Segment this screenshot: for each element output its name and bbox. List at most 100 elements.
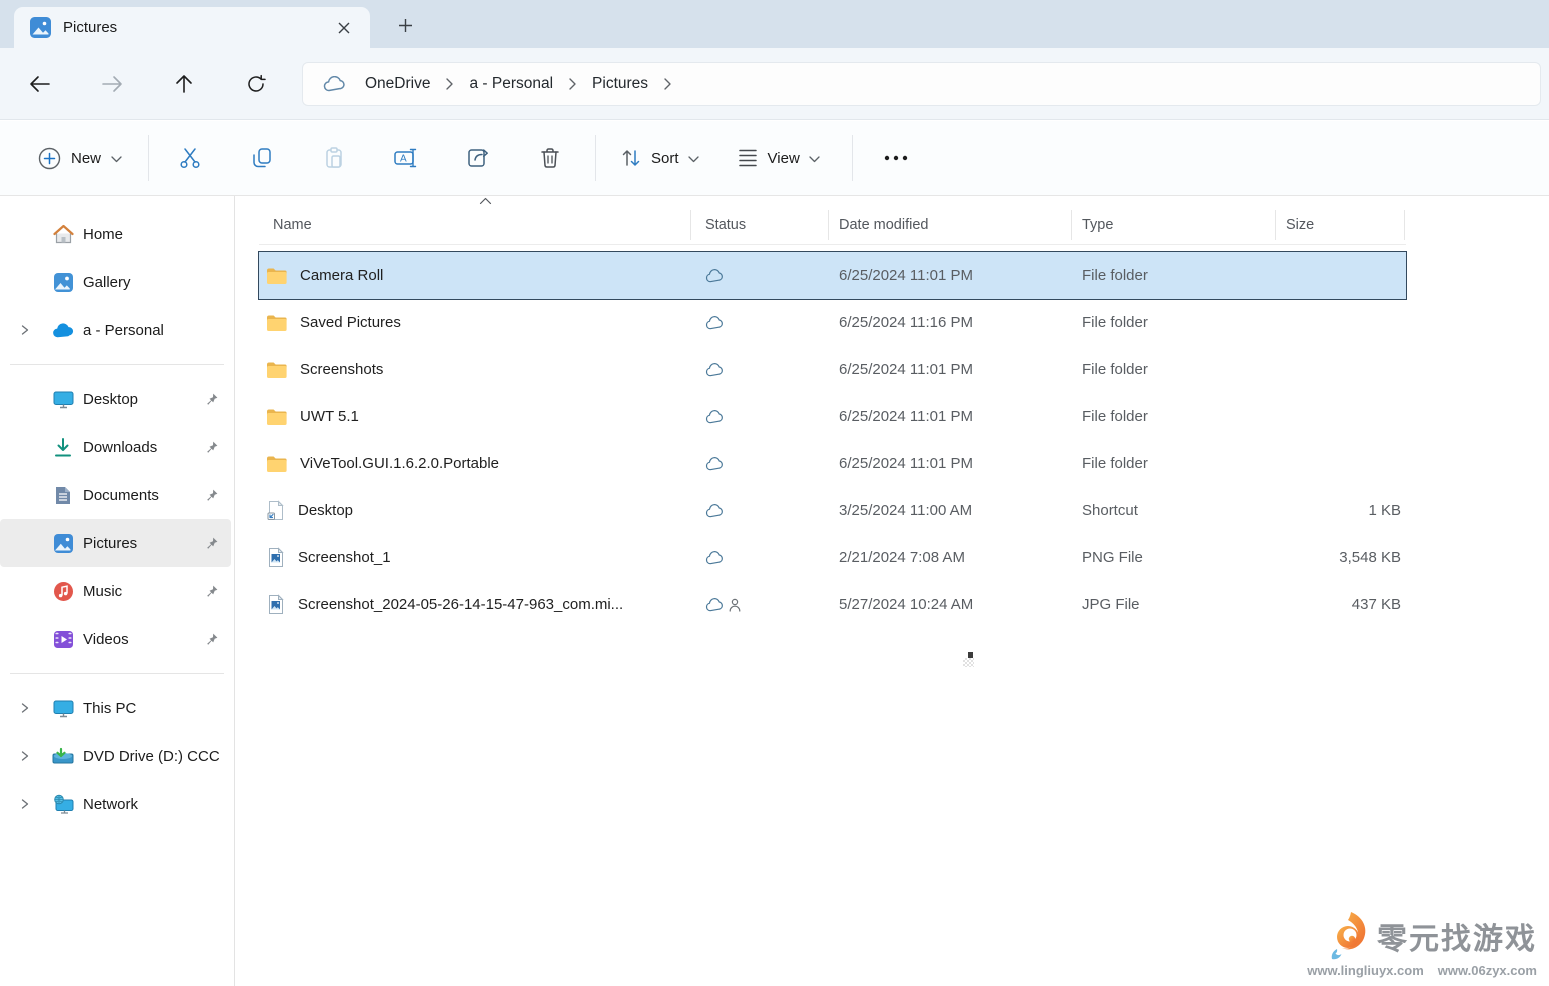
- refresh-icon[interactable]: [236, 64, 276, 104]
- chevron-right-icon[interactable]: [567, 77, 578, 91]
- sidebar-item-documents[interactable]: Documents: [0, 471, 231, 519]
- sidebar-item-network[interactable]: Network: [0, 780, 231, 828]
- column-header-date-modified[interactable]: Date modified: [829, 210, 1072, 240]
- music-icon: [52, 580, 74, 602]
- expand-chevron-icon[interactable]: [20, 750, 52, 762]
- expand-chevron-icon[interactable]: [20, 702, 52, 714]
- sidebar-item-home[interactable]: Home: [0, 210, 231, 258]
- new-button[interactable]: New: [24, 136, 136, 180]
- table-row-saved-pictures[interactable]: Saved Pictures 6/25/2024 11:16 PM File f…: [259, 299, 1406, 346]
- column-header-size[interactable]: Size: [1276, 210, 1405, 240]
- file-size: 437 KB: [1276, 596, 1405, 613]
- sidebar-item-this-pc[interactable]: This PC: [0, 684, 231, 732]
- table-row-screenshot-1[interactable]: Screenshot_1 2/21/2024 7:08 AM PNG File …: [259, 534, 1406, 581]
- file-type: JPG File: [1072, 596, 1276, 613]
- table-row-uwt-51[interactable]: UWT 5.1 6/25/2024 11:01 PM File folder: [259, 393, 1406, 440]
- svg-text:A: A: [400, 154, 407, 165]
- share-button[interactable]: [455, 136, 501, 180]
- file-type: File folder: [1072, 361, 1276, 378]
- cloud-status-icon: [705, 551, 724, 565]
- dvd-drive-icon: [52, 745, 74, 767]
- cloud-status-icon: [705, 457, 724, 471]
- breadcrumb-a-personal[interactable]: a - Personal: [461, 71, 561, 97]
- sort-button[interactable]: Sort: [608, 136, 711, 180]
- pin-icon: [204, 440, 219, 455]
- file-date: 6/25/2024 11:01 PM: [829, 455, 1072, 472]
- expand-chevron-icon[interactable]: [20, 798, 52, 810]
- file-name: Screenshot_1: [298, 549, 391, 566]
- up-icon[interactable]: [164, 64, 204, 104]
- view-button[interactable]: View: [725, 136, 832, 180]
- table-row-desktop-shortcut[interactable]: Desktop 3/25/2024 11:00 AM Shortcut 1 KB: [259, 487, 1406, 534]
- share-icon: [466, 146, 490, 170]
- file-type: File folder: [1072, 267, 1276, 284]
- tab-close-icon[interactable]: [330, 14, 358, 42]
- watermark-flame-icon: [1327, 911, 1369, 961]
- file-date: 2/21/2024 7:08 AM: [829, 549, 1072, 566]
- delete-button[interactable]: [527, 136, 573, 180]
- file-size: 3,548 KB: [1276, 549, 1405, 566]
- folder-icon: [266, 455, 287, 473]
- view-icon: [737, 148, 759, 168]
- table-row-camera-roll[interactable]: Camera Roll 6/25/2024 11:01 PM File fold…: [259, 252, 1406, 299]
- tab-title: Pictures: [63, 19, 330, 36]
- file-type: File folder: [1072, 314, 1276, 331]
- cut-button[interactable]: [167, 136, 213, 180]
- expand-chevron-icon[interactable]: [20, 324, 52, 336]
- sidebar-item-gallery[interactable]: Gallery: [0, 258, 231, 306]
- breadcrumb-pictures[interactable]: Pictures: [584, 71, 656, 97]
- watermark: 零元找游戏 www.lingliuyx.com www.06zyx.com: [1307, 911, 1537, 978]
- column-header-type[interactable]: Type: [1072, 210, 1276, 240]
- rename-button[interactable]: A: [383, 136, 429, 180]
- forward-icon[interactable]: [92, 64, 132, 104]
- onedrive-icon: [52, 319, 74, 341]
- table-row-vivetool[interactable]: ViVeTool.GUI.1.6.2.0.Portable 6/25/2024 …: [259, 440, 1406, 487]
- delete-icon: [539, 146, 561, 170]
- cloud-status-icon: [705, 410, 724, 424]
- tab-pictures[interactable]: Pictures: [14, 7, 370, 48]
- new-tab-icon[interactable]: [390, 10, 420, 40]
- sort-ascending-icon: [479, 197, 492, 205]
- main-area: Home Gallery a - Personal: [0, 196, 1549, 986]
- sidebar-item-dvd-drive[interactable]: DVD Drive (D:) CCC: [0, 732, 231, 780]
- sidebar-item-videos[interactable]: Videos: [0, 615, 231, 663]
- view-button-label: View: [768, 150, 800, 167]
- address-bar[interactable]: OneDrive a - Personal Pictures: [302, 62, 1541, 106]
- file-name: UWT 5.1: [300, 408, 359, 425]
- file-type: PNG File: [1072, 549, 1276, 566]
- file-explorer-window: Pictures OneDrive: [0, 0, 1549, 986]
- file-name: Saved Pictures: [300, 314, 401, 331]
- back-icon[interactable]: [20, 64, 60, 104]
- column-header-status[interactable]: Status: [691, 210, 829, 240]
- table-row-screenshot-long[interactable]: Screenshot_2024-05-26-14-15-47-963_com.m…: [259, 581, 1406, 628]
- file-list-area: Name Status Date modified Type Size Came…: [235, 196, 1549, 986]
- sidebar-item-downloads[interactable]: Downloads: [0, 423, 231, 471]
- sidebar-item-pictures[interactable]: Pictures: [0, 519, 231, 567]
- file-size: 1 KB: [1276, 502, 1405, 519]
- folder-icon: [266, 408, 287, 426]
- file-name: Screenshot_2024-05-26-14-15-47-963_com.m…: [298, 596, 623, 613]
- chevron-right-icon[interactable]: [444, 77, 455, 91]
- sidebar-item-onedrive-personal[interactable]: a - Personal: [0, 306, 231, 354]
- watermark-title: 零元找游戏: [1377, 914, 1537, 958]
- chevron-right-icon[interactable]: [662, 77, 673, 91]
- file-type: File folder: [1072, 455, 1276, 472]
- paste-button[interactable]: [311, 136, 357, 180]
- sidebar-item-music[interactable]: Music: [0, 567, 231, 615]
- more-options-button[interactable]: [873, 136, 919, 180]
- breadcrumb-onedrive[interactable]: OneDrive: [357, 71, 438, 97]
- column-header-name[interactable]: Name: [259, 210, 691, 240]
- sidebar-item-label: Music: [83, 583, 122, 600]
- copy-button[interactable]: [239, 136, 285, 180]
- table-row-screenshots[interactable]: Screenshots 6/25/2024 11:01 PM File fold…: [259, 346, 1406, 393]
- home-icon: [52, 223, 74, 245]
- rename-icon: A: [393, 146, 419, 170]
- file-date: 6/25/2024 11:01 PM: [829, 361, 1072, 378]
- downloads-icon: [52, 436, 74, 458]
- sidebar-item-desktop[interactable]: Desktop: [0, 375, 231, 423]
- pictures-tab-icon: [30, 17, 51, 38]
- pin-icon: [204, 536, 219, 551]
- cloud-status-icon: [705, 316, 724, 330]
- pin-icon: [204, 632, 219, 647]
- videos-icon: [52, 628, 74, 650]
